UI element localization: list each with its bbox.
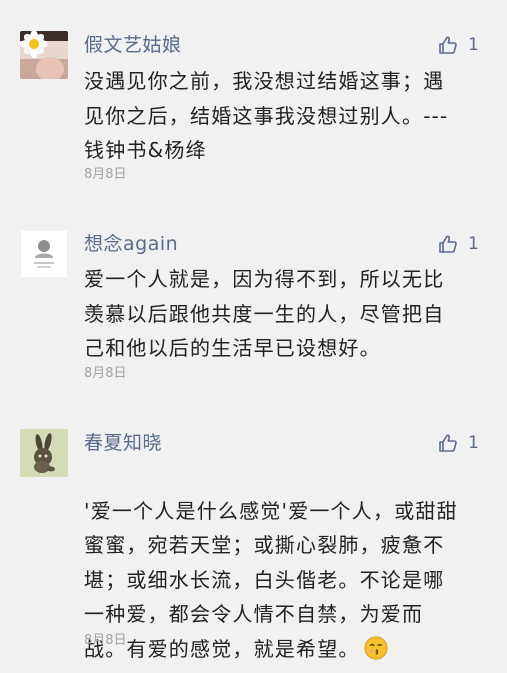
like-button[interactable]: 1 <box>438 430 494 456</box>
like-count: 1 <box>468 234 479 254</box>
like-button[interactable]: 1 <box>438 32 494 58</box>
like-count: 1 <box>468 35 479 55</box>
comment-date: 8月8日 <box>84 633 127 648</box>
comment-text: 爱一个人就是，因为得不到，所以无比 羡慕以后跟他共度一生的人，尽管把自 己和他以… <box>84 267 445 360</box>
white-profile-avatar-icon[interactable] <box>20 230 68 278</box>
comment-text: 没遇见你之前，我没想过结婚这事；遇 见你之后，结婚这事我没想过别人。--- 钱钟… <box>84 69 449 162</box>
thumbs-up-icon <box>439 434 457 452</box>
like-button[interactable]: 1 <box>438 231 494 257</box>
comment-text-container: '爱一个人是什么感觉'爱一个人，或甜甜 蜜蜜，宛若天堂；或撕心裂肺，疲惫不 堪；… <box>84 459 469 666</box>
comment-date: 8月8日 <box>84 366 127 381</box>
comment-author[interactable]: 想念again <box>84 232 178 256</box>
rabbit-avatar-icon[interactable] <box>20 429 68 477</box>
comment-author[interactable]: 假文艺姑娘 <box>84 33 182 57</box>
flower-avatar-icon[interactable] <box>20 31 68 79</box>
like-count: 1 <box>468 433 479 453</box>
comment-feed: 假文艺姑娘 1 没遇见你之前，我没想过结婚这事；遇 见你之后，结婚这事我没想过别… <box>0 0 507 673</box>
comment-date: 8月8日 <box>84 167 127 182</box>
comment-text: '爱一个人是什么感觉'爱一个人，或甜甜 蜜蜜，宛若天堂；或撕心裂肺，疲惫不 堪；… <box>84 498 458 661</box>
kissing-face-emoji <box>364 636 388 659</box>
thumbs-up-icon <box>439 36 457 54</box>
comment-author[interactable]: 春夏知晓 <box>84 431 162 455</box>
thumbs-up-icon <box>439 235 457 253</box>
